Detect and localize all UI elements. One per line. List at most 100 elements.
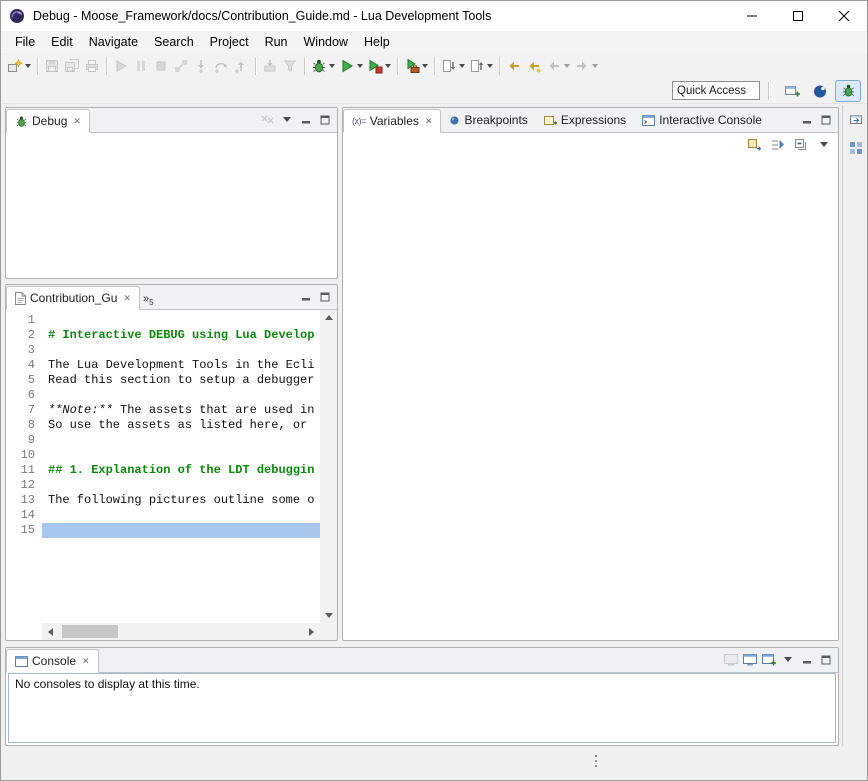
line-number[interactable]: 7	[6, 403, 35, 418]
step-return-button[interactable]	[231, 55, 251, 77]
line-number[interactable]: 9	[6, 433, 35, 448]
save-all-button[interactable]	[62, 55, 82, 77]
debug-view-content[interactable]	[6, 133, 337, 279]
previous-edit-location-button[interactable]	[524, 55, 544, 77]
console-content[interactable]: No consoles to display at this time.	[8, 673, 836, 743]
line-number[interactable]: 14	[6, 508, 35, 523]
palette-icon[interactable]	[848, 140, 864, 159]
previous-annotation-dropdown-caret[interactable]	[487, 64, 493, 68]
editor-vertical-scrollbar[interactable]	[320, 310, 337, 623]
code-line[interactable]: The following pictures outline some o	[42, 493, 320, 508]
next-annotation-dropdown-caret[interactable]	[459, 64, 465, 68]
code-line[interactable]: Read this section to setup a debugger	[42, 373, 320, 388]
editor-horizontal-scrollbar[interactable]	[42, 623, 320, 640]
close-window-button[interactable]	[821, 1, 867, 31]
line-number[interactable]: 4	[6, 358, 35, 373]
line-number[interactable]: 11	[6, 463, 35, 478]
line-number[interactable]: 2	[6, 328, 35, 343]
suspend-button[interactable]	[131, 55, 151, 77]
editor-text-area[interactable]: # Interactive DEBUG using Lua Develop The…	[42, 310, 320, 623]
view-menu-icon[interactable]	[277, 110, 296, 129]
external-tools-dropdown-caret[interactable]	[422, 64, 428, 68]
line-number[interactable]: 10	[6, 448, 35, 463]
code-line[interactable]	[42, 523, 320, 538]
view-menu-icon[interactable]	[814, 135, 833, 154]
debug-dropdown-caret[interactable]	[329, 64, 335, 68]
menu-help[interactable]: Help	[356, 31, 398, 53]
open-console-dropdown-caret[interactable]	[778, 650, 797, 669]
new-wizard-dropdown-caret[interactable]	[25, 64, 31, 68]
hidden-editors-chevron[interactable]: »5	[140, 293, 157, 309]
console-tab[interactable]: Console ✕	[6, 649, 99, 673]
scroll-right-icon[interactable]	[303, 623, 320, 640]
debug-perspective-button[interactable]	[835, 80, 861, 102]
line-number[interactable]: 3	[6, 343, 35, 358]
statusbar-grip[interactable]	[595, 755, 597, 767]
line-number[interactable]: 15	[6, 523, 35, 538]
code-line[interactable]: The Lua Development Tools in the Ecli	[42, 358, 320, 373]
menu-run[interactable]: Run	[257, 31, 296, 53]
scroll-up-icon[interactable]	[325, 315, 333, 320]
external-tools-button[interactable]	[402, 55, 430, 77]
back-dropdown-caret[interactable]	[564, 64, 570, 68]
tab-expressions[interactable]: Expressions	[536, 108, 634, 132]
code-line[interactable]	[42, 313, 320, 328]
print-button[interactable]	[82, 55, 102, 77]
maximize-view-button[interactable]	[315, 287, 334, 306]
previous-annotation-button[interactable]	[467, 55, 495, 77]
menu-navigate[interactable]: Navigate	[81, 31, 146, 53]
tab-interactive-console[interactable]: Interactive Console	[634, 108, 770, 132]
close-icon[interactable]: ✕	[82, 657, 90, 666]
maximize-view-button[interactable]	[816, 110, 835, 129]
disconnect-button[interactable]	[171, 55, 191, 77]
line-number[interactable]: 12	[6, 478, 35, 493]
display-selected-console-button[interactable]	[740, 650, 759, 669]
open-perspective-button[interactable]	[779, 80, 805, 102]
code-line[interactable]	[42, 478, 320, 493]
line-number[interactable]: 5	[6, 373, 35, 388]
resume-button[interactable]	[111, 55, 131, 77]
code-line[interactable]: So use the assets as listed here, or	[42, 418, 320, 433]
maximize-view-button[interactable]	[315, 110, 334, 129]
remove-all-terminated-button[interactable]	[258, 110, 277, 129]
horizontal-scroll-thumb[interactable]	[62, 625, 118, 638]
show-logical-structures-icon[interactable]	[768, 134, 787, 156]
drop-to-frame-button[interactable]	[260, 55, 280, 77]
next-annotation-button[interactable]	[439, 55, 467, 77]
scroll-down-icon[interactable]	[325, 613, 333, 618]
show-type-names-icon[interactable]	[745, 134, 764, 156]
collapse-all-icon[interactable]	[791, 134, 810, 156]
close-icon[interactable]: ✕	[425, 117, 433, 126]
minimize-view-button[interactable]	[797, 650, 816, 669]
close-icon[interactable]: ✕	[123, 294, 131, 303]
line-number[interactable]: 1	[6, 313, 35, 328]
menu-edit[interactable]: Edit	[43, 31, 81, 53]
scroll-left-icon[interactable]	[42, 623, 59, 640]
use-step-filters-button[interactable]	[280, 55, 300, 77]
editor-tab[interactable]: Contribution_Gu ✕	[6, 286, 140, 310]
maximize-window-button[interactable]	[775, 1, 821, 31]
clear-console-button[interactable]	[721, 650, 740, 669]
step-into-button[interactable]	[191, 55, 211, 77]
tab-breakpoints[interactable]: Breakpoints	[441, 108, 535, 132]
terminate-button[interactable]	[151, 55, 171, 77]
code-line[interactable]	[42, 343, 320, 358]
code-line[interactable]: **Note:** The assets that are used in	[42, 403, 320, 418]
line-number[interactable]: 6	[6, 388, 35, 403]
menu-project[interactable]: Project	[202, 31, 257, 53]
last-edit-location-button[interactable]	[504, 55, 524, 77]
maximize-view-button[interactable]	[816, 650, 835, 669]
forward-dropdown-caret[interactable]	[592, 64, 598, 68]
code-line[interactable]	[42, 388, 320, 403]
restore-view-icon[interactable]	[848, 111, 864, 130]
line-number[interactable]: 8	[6, 418, 35, 433]
code-line[interactable]	[42, 508, 320, 523]
menu-window[interactable]: Window	[296, 31, 356, 53]
code-line[interactable]	[42, 448, 320, 463]
code-line[interactable]	[42, 433, 320, 448]
code-line[interactable]: # Interactive DEBUG using Lua Develop	[42, 328, 320, 343]
coverage-dropdown-caret[interactable]	[385, 64, 391, 68]
back-button[interactable]	[544, 55, 572, 77]
line-number[interactable]: 13	[6, 493, 35, 508]
step-over-button[interactable]	[211, 55, 231, 77]
